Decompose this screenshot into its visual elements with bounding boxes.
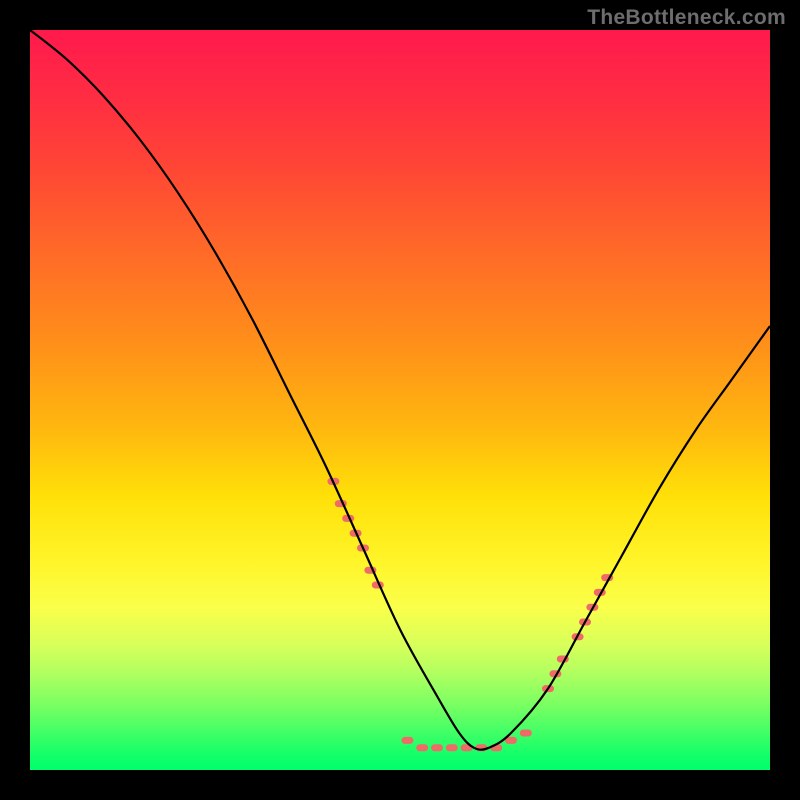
bottleneck-curve — [30, 30, 770, 750]
plot-area — [30, 30, 770, 770]
curve-layer — [30, 30, 770, 770]
curve-marker — [416, 744, 428, 751]
curve-marker — [520, 730, 532, 737]
marker-group — [327, 478, 613, 751]
curve-marker — [431, 744, 443, 751]
curve-marker — [401, 737, 413, 744]
chart-frame: TheBottleneck.com — [0, 0, 800, 800]
watermark-label: TheBottleneck.com — [587, 6, 786, 30]
curve-marker — [446, 744, 458, 751]
